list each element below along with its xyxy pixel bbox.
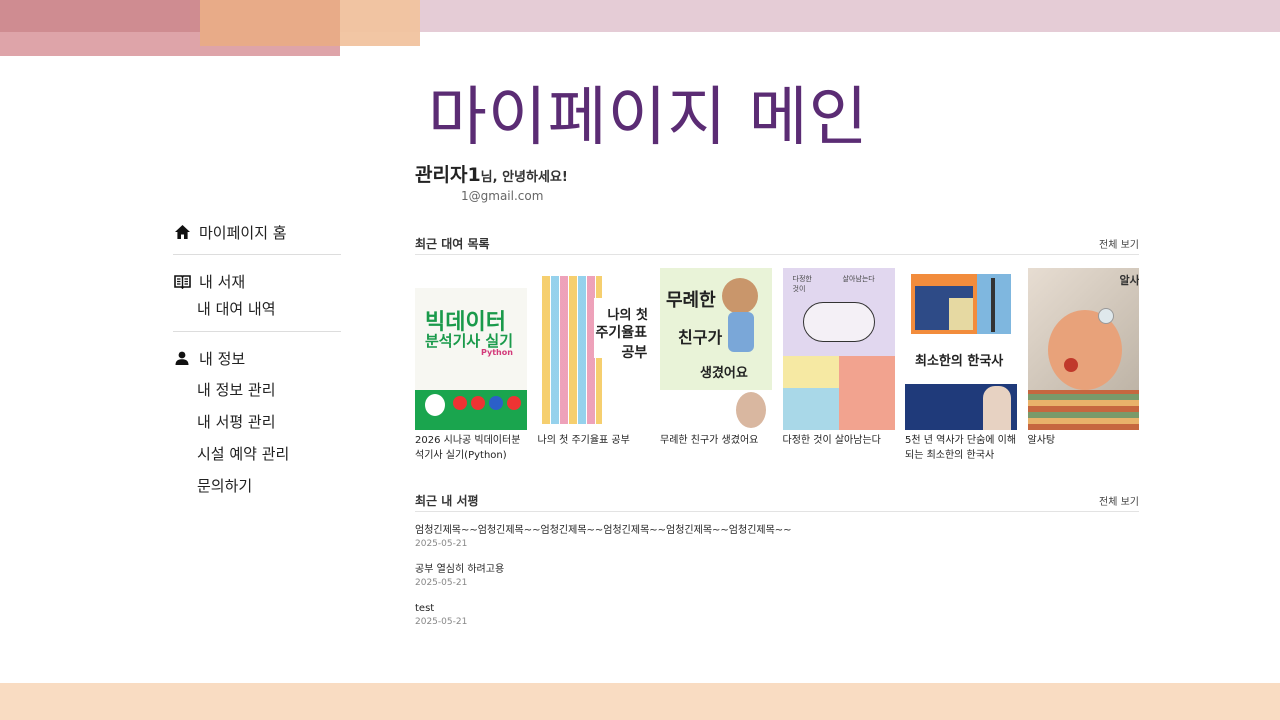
book-cover: 최소한의 한국사: [905, 268, 1017, 430]
cover-tag: 생겼어요: [700, 366, 748, 381]
reviews-header: 최근 내 서평 전체 보기: [415, 492, 1139, 509]
book-card[interactable]: 다정한 것이 살아남는다 다정한 것이 살아남는다: [782, 268, 895, 468]
book-card[interactable]: 최소한의 한국사 5천 년 역사가 단숨에 이해되는 최소한의 한국사: [905, 268, 1017, 468]
book-cover: 알사탕: [1027, 268, 1140, 430]
sidebar-item-library-label: 내 서재: [199, 272, 246, 291]
review-date: 2025-05-21: [415, 617, 468, 627]
sidebar-item-home-label: 마이페이지 홈: [199, 223, 287, 242]
cover-title: 무례한: [666, 290, 716, 311]
cover-subtitle: 것이: [792, 285, 806, 293]
book-title: 다정한 것이 살아남는다: [782, 435, 881, 446]
home-icon: [173, 223, 191, 241]
book-card[interactable]: 알사탕 알사탕: [1027, 268, 1140, 468]
book-open-icon: [173, 272, 191, 290]
greeting-suffix: 님, 안녕하세요!: [480, 170, 568, 185]
book-cover: 빅데이터 분석기사 실기 Python: [415, 268, 527, 430]
list-item[interactable]: test 2025-05-21: [415, 602, 1139, 629]
list-item[interactable]: 공부 열심히 하려고용 2025-05-21: [415, 563, 1139, 590]
person-icon: [173, 349, 191, 367]
list-item[interactable]: 엄청긴제목~~엄청긴제목~~엄청긴제목~~엄청긴제목~~엄청긴제목~~엄청긴제목…: [415, 524, 1139, 551]
cover-subtitle: 친구가: [678, 328, 723, 347]
reviews-list: 엄청긴제목~~엄청긴제목~~엄청긴제목~~엄청긴제목~~엄청긴제목~~엄청긴제목…: [415, 524, 1139, 641]
reviews-divider: [415, 511, 1139, 512]
review-title: 엄청긴제목~~엄청긴제목~~엄청긴제목~~엄청긴제목~~엄청긴제목~~엄청긴제목…: [415, 525, 792, 536]
sidebar-item-reviews[interactable]: 내 서평 관리: [173, 406, 341, 438]
sidebar-item-home[interactable]: 마이페이지 홈: [173, 220, 341, 244]
cover-title: 알사탕: [1119, 274, 1140, 287]
cover-tag: 살아남는다: [842, 275, 875, 283]
review-date: 2025-05-21: [415, 539, 468, 549]
rentals-title: 최근 대여 목록: [415, 237, 490, 251]
cover-title: 다정한: [792, 275, 812, 283]
sidebar-item-inquiry[interactable]: 문의하기: [173, 470, 341, 502]
book-title: 2026 시나공 빅데이터분석기사 실기(Python): [415, 435, 521, 461]
cover-title: 나의 첫: [607, 308, 648, 323]
book-card[interactable]: 빅데이터 분석기사 실기 Python 2026 시나공 빅데이터분석기사 실기…: [415, 268, 527, 468]
book-cover: 다정한 것이 살아남는다: [782, 268, 895, 430]
user-greeting: 관리자1님, 안녕하세요!: [415, 160, 568, 187]
book-title: 5천 년 역사가 단숨에 이해되는 최소한의 한국사: [905, 435, 1017, 461]
user-email: 1@gmail.com: [461, 189, 544, 203]
cover-tag: Python: [481, 348, 513, 357]
review-date: 2025-05-21: [415, 578, 468, 588]
cover-tag: 공부: [621, 345, 648, 361]
page-title: 마이페이지 메인: [428, 81, 869, 155]
decor-block-peach-dark: [200, 0, 340, 46]
book-title: 알사탕: [1027, 435, 1056, 446]
cover-title: 최소한의 한국사: [915, 354, 1004, 369]
sidebar-item-info-label: 내 정보: [199, 349, 246, 368]
rentals-list: 빅데이터 분석기사 실기 Python 2026 시나공 빅데이터분석기사 실기…: [415, 268, 1139, 468]
sidebar-item-rental-history[interactable]: 내 대여 내역: [173, 293, 341, 325]
book-card[interactable]: 무례한 친구가 생겼어요 무례한 친구가 생겼어요: [660, 268, 772, 468]
cover-subtitle: 주기율표: [595, 325, 648, 341]
rentals-divider: [415, 254, 1139, 255]
book-title: 나의 첫 주기율표 공부: [537, 435, 630, 446]
sidebar-item-facility[interactable]: 시설 예약 관리: [173, 438, 341, 470]
decor-bar-top: [340, 0, 1280, 32]
review-title: test: [415, 603, 435, 614]
book-title: 무례한 친구가 생겼어요: [660, 435, 759, 446]
decor-block-rose-dark: [0, 0, 200, 32]
user-name: 관리자1: [415, 164, 481, 186]
book-cover: 무례한 친구가 생겼어요: [660, 268, 772, 430]
sidebar: 마이페이지 홈 내 서재 내 대여 내역 내 정보 내 정보 관리 내 서평 관…: [173, 220, 341, 502]
decor-bar-bottom: [0, 683, 1280, 720]
rentals-header: 최근 대여 목록 전체 보기: [415, 235, 1139, 252]
reviews-view-all-link[interactable]: 전체 보기: [1099, 493, 1139, 508]
sidebar-item-info[interactable]: 내 정보: [173, 346, 341, 370]
reviews-title: 최근 내 서평: [415, 494, 479, 508]
sidebar-item-library[interactable]: 내 서재: [173, 269, 341, 293]
book-cover: 나의 첫 주기율표 공부: [537, 268, 650, 430]
review-title: 공부 열심히 하려고용: [415, 564, 505, 575]
sidebar-item-profile[interactable]: 내 정보 관리: [173, 374, 341, 406]
sidebar-divider: [173, 331, 341, 332]
rentals-view-all-link[interactable]: 전체 보기: [1099, 236, 1139, 251]
sidebar-divider: [173, 254, 341, 255]
book-card[interactable]: 나의 첫 주기율표 공부 나의 첫 주기율표 공부: [537, 268, 650, 468]
